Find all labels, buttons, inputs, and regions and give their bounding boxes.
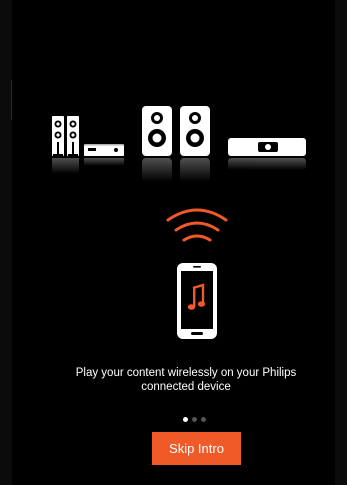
- right-bezel: [335, 0, 347, 485]
- caption-line-2: connected device: [141, 381, 231, 393]
- wifi-signal-icon: [166, 208, 228, 242]
- bookshelf-speakers-icon: [142, 106, 210, 156]
- page-indicator: [183, 417, 206, 422]
- intro-caption: Play your content wirelessly on your Phi…: [36, 366, 336, 394]
- smartphone-music-icon: [177, 263, 217, 339]
- soundbar-icon: [228, 138, 306, 156]
- devices-illustration: [52, 106, 306, 182]
- page-dot-3[interactable]: [201, 417, 206, 422]
- intro-screen: Play your content wirelessly on your Phi…: [12, 0, 335, 485]
- left-bezel: [0, 0, 12, 485]
- caption-line-1: Play your content wirelessly on your Phi…: [75, 367, 297, 379]
- page-dot-1[interactable]: [183, 417, 188, 422]
- home-theater-speakers-icon: [52, 116, 124, 156]
- page-dot-2[interactable]: [192, 417, 197, 422]
- devices-reflection: [52, 158, 306, 182]
- skip-intro-button[interactable]: Skip Intro: [152, 432, 241, 465]
